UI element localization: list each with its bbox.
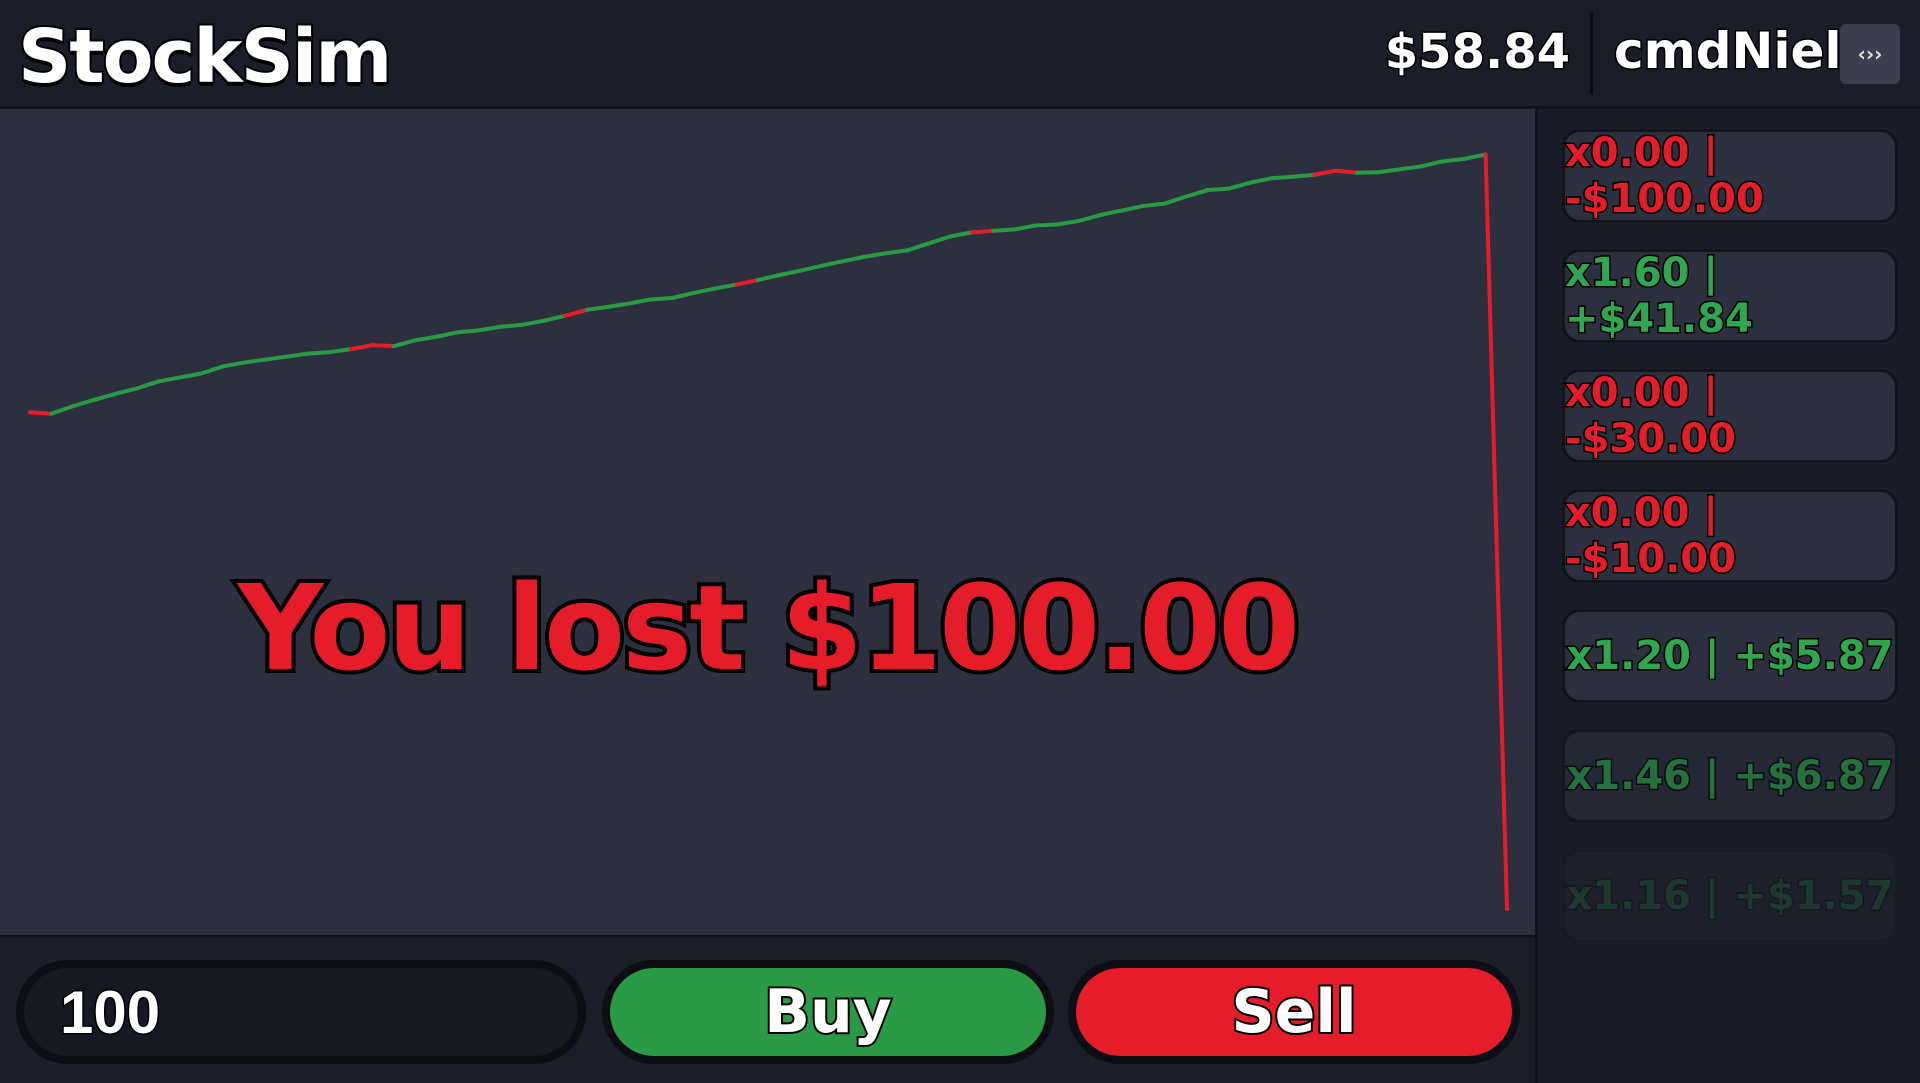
price-segment-down	[1336, 171, 1357, 173]
price-segment-up	[1015, 225, 1036, 229]
price-line-chart	[0, 109, 1535, 935]
price-segment-down	[1486, 154, 1507, 909]
price-segment-up	[308, 352, 329, 353]
price-segment-up	[1057, 221, 1078, 224]
price-segment-up	[480, 327, 501, 330]
price-segment-up	[865, 253, 886, 256]
history-item: x0.00 | -$100.00	[1562, 129, 1898, 223]
header-divider	[1590, 12, 1593, 94]
price-segment-up	[1100, 211, 1121, 215]
price-segment-up	[415, 337, 436, 340]
price-segment-up	[158, 377, 179, 381]
username[interactable]: cmdNiels	[1614, 22, 1871, 80]
account-balance: $58.84	[1385, 24, 1570, 80]
price-segment-up	[672, 293, 693, 298]
price-segment-up	[993, 229, 1014, 230]
price-segment-up	[1036, 224, 1057, 225]
price-segment-up	[1250, 178, 1271, 182]
price-segment-up	[694, 289, 715, 293]
price-segment-up	[929, 236, 950, 243]
price-segment-up	[715, 285, 736, 289]
price-segment-up	[629, 299, 650, 303]
price-segment-up	[843, 257, 864, 261]
price-segment-up	[1229, 183, 1250, 189]
price-segment-up	[1293, 175, 1314, 177]
price-segment-up	[950, 232, 971, 236]
price-segment-down	[736, 280, 757, 284]
price-segment-down	[972, 231, 993, 232]
history-item: x1.46 | +$6.87	[1562, 729, 1898, 823]
bet-amount-input[interactable]	[16, 960, 586, 1064]
user-menu-icon[interactable]: ‹››	[1840, 24, 1900, 84]
price-segment-up	[886, 250, 907, 253]
buy-button[interactable]: Buy	[602, 960, 1054, 1064]
price-segment-up	[458, 330, 479, 332]
price-segment-up	[180, 373, 201, 377]
app-logo[interactable]: StockSim	[18, 14, 390, 100]
price-segment-up	[116, 388, 137, 393]
price-segment-up	[801, 266, 822, 271]
history-item: x1.20 | +$5.87	[1562, 609, 1898, 703]
price-segment-up	[1464, 154, 1485, 158]
price-segment-up	[1400, 166, 1421, 169]
history-item: x0.00 | -$30.00	[1562, 369, 1898, 463]
sell-button[interactable]: Sell	[1068, 960, 1520, 1064]
price-chart: You lost $100.00	[0, 109, 1538, 935]
price-segment-up	[1272, 177, 1293, 178]
price-segment-up	[758, 275, 779, 280]
price-segment-up	[908, 243, 929, 250]
price-segment-down	[1314, 171, 1335, 175]
price-segment-up	[137, 381, 158, 388]
price-segment-up	[330, 349, 351, 352]
price-segment-up	[1079, 215, 1100, 221]
price-segment-up	[651, 298, 672, 299]
price-segment-up	[522, 321, 543, 325]
price-segment-up	[1122, 206, 1143, 210]
price-segment-up	[1379, 169, 1400, 172]
history-item: x0.00 | -$10.00	[1562, 489, 1898, 583]
price-segment-up	[779, 271, 800, 275]
result-message: You lost $100.00	[0, 559, 1535, 697]
history-item: x1.60 | +$41.84	[1562, 249, 1898, 343]
trade-history: x0.00 | -$100.00 x1.60 | +$41.84 x0.00 |…	[1538, 109, 1920, 1080]
price-segment-up	[1421, 161, 1442, 166]
trade-controls: Buy Sell	[0, 935, 1538, 1083]
price-segment-up	[51, 406, 72, 413]
history-item: x1.16 | +$1.57	[1562, 849, 1898, 943]
price-segment-down	[565, 310, 586, 316]
price-segment-down	[30, 412, 51, 413]
price-segment-up	[265, 357, 286, 360]
price-segment-up	[822, 261, 843, 265]
price-segment-up	[94, 394, 115, 400]
price-segment-up	[201, 367, 222, 374]
price-segment-up	[1165, 197, 1186, 204]
price-segment-up	[223, 363, 244, 367]
price-segment-up	[1143, 204, 1164, 206]
price-segment-up	[544, 316, 565, 321]
price-segment-up	[73, 400, 94, 406]
price-segment-up	[1443, 159, 1464, 161]
price-segment-down	[372, 345, 393, 346]
price-segment-up	[394, 340, 415, 346]
price-segment-down	[351, 345, 372, 349]
price-segment-up	[587, 307, 608, 310]
price-segment-up	[287, 354, 308, 357]
price-segment-up	[437, 332, 458, 336]
top-bar: StockSim $58.84 cmdNiels ‹››	[0, 0, 1920, 109]
price-segment-up	[244, 360, 265, 363]
price-segment-up	[608, 303, 629, 306]
price-segment-up	[1207, 189, 1228, 190]
price-segment-up	[1186, 190, 1207, 196]
price-segment-up	[501, 325, 522, 327]
